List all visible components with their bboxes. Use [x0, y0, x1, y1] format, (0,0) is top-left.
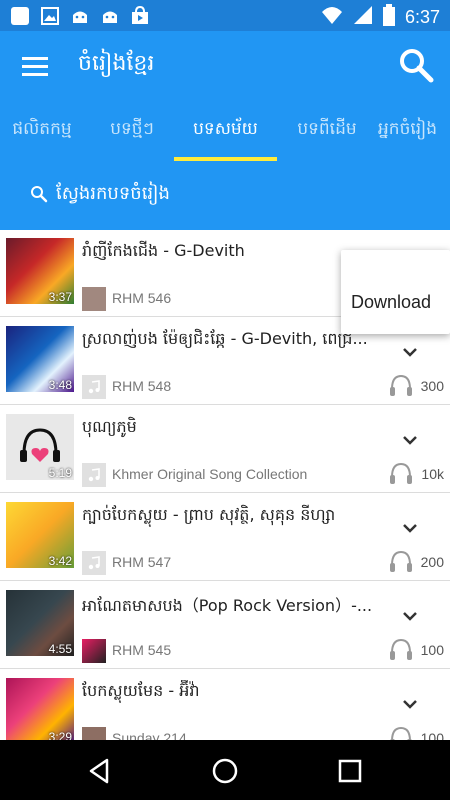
music-note-icon: [82, 551, 106, 575]
search-placeholder: ស្វែងរកបទចំរៀង: [56, 183, 170, 204]
app-icon: [10, 6, 30, 26]
app-root: 6:37 ចំរៀងខ្មែរ ផលិតកម្ម បទថ្មីៗ បទសម័យ …: [0, 0, 450, 800]
listen-count: 10k: [421, 466, 444, 482]
popup-menu: Download: [341, 250, 450, 334]
song-thumbnail: 4:55: [6, 590, 74, 656]
search-icon: [30, 185, 48, 207]
headphones-icon: [390, 374, 412, 396]
recents-icon[interactable]: [335, 756, 365, 786]
back-icon[interactable]: [85, 756, 115, 786]
menu-button[interactable]: [14, 45, 56, 87]
listen-count: 200: [420, 554, 444, 570]
headphones-icon: [390, 638, 412, 660]
android-icon: [100, 6, 120, 26]
tab-modern-songs[interactable]: បទសម័យ: [174, 100, 277, 162]
song-duration: 5:19: [48, 466, 72, 480]
song-thumbnail: 3:42: [6, 502, 74, 568]
song-duration: 4:55: [48, 642, 72, 656]
channel-avatar: [82, 639, 106, 663]
app-bar: ចំរៀងខ្មែរ: [0, 31, 450, 100]
song-row[interactable]: 4:55 អាណែតមាសបង（Pop Rock Version）-... RH…: [0, 582, 450, 669]
android-icon: [70, 6, 90, 26]
download-menu-item[interactable]: Download: [351, 292, 431, 313]
navigation-bar: [0, 740, 450, 800]
song-title: បែកស្លុយមែន - អ៊ីវ៉ា: [82, 681, 200, 700]
song-thumbnail: 5:19: [6, 414, 74, 480]
song-row[interactable]: 3:29 បែកស្លុយមែន - អ៊ីវ៉ា Sunday 214 100: [0, 670, 450, 740]
channel-avatar: [82, 727, 106, 740]
hamburger-menu-icon: [22, 57, 48, 76]
chevron-down-icon[interactable]: [400, 430, 420, 450]
song-title: ក្បាច់បែកស្លុយ - ព្រាប សុវត្ថិ, សុគុន នី…: [82, 505, 336, 524]
search-icon: [400, 49, 434, 83]
wifi-icon: [321, 5, 343, 29]
headphones-icon: [390, 726, 412, 740]
channel-name: RHM 545: [112, 642, 172, 658]
tab-new-songs[interactable]: បទថ្មីៗ: [92, 100, 172, 162]
channel-name: RHM 546: [112, 290, 172, 306]
status-time: 6:37: [404, 6, 440, 27]
chevron-down-icon[interactable]: [400, 694, 420, 714]
headphones-icon: [390, 550, 412, 572]
chevron-down-icon[interactable]: [400, 606, 420, 626]
song-row[interactable]: 3:42 ក្បាច់បែកស្លុយ - ព្រាប សុវត្ថិ, សុគ…: [0, 494, 450, 581]
chevron-down-icon[interactable]: [400, 518, 420, 538]
tab-production[interactable]: ផលិតកម្ម: [0, 100, 92, 162]
home-icon[interactable]: [210, 756, 240, 786]
search-button[interactable]: [394, 43, 438, 87]
app-title: ចំរៀងខ្មែរ: [78, 51, 155, 76]
song-title: បុណ្យភូមិ: [82, 417, 137, 436]
song-row[interactable]: 5:19 បុណ្យភូមិ Khmer Original Song Colle…: [0, 406, 450, 493]
music-note-icon: [82, 463, 106, 487]
song-duration: 3:29: [48, 730, 72, 740]
channel-name: Khmer Original Song Collection: [112, 466, 308, 482]
listen-count: 100: [420, 730, 444, 740]
music-note-icon: [82, 375, 106, 399]
song-thumbnail: 3:48: [6, 326, 74, 392]
song-thumbnail: 3:37: [6, 238, 74, 304]
song-duration: 3:42: [48, 554, 72, 568]
channel-name: RHM 547: [112, 554, 172, 570]
search-bar[interactable]: ស្វែងរកបទចំរៀង: [0, 162, 450, 230]
tab-indicator: [174, 157, 277, 161]
channel-name: RHM 548: [112, 378, 172, 394]
tab-bar: ផលិតកម្ម បទថ្មីៗ បទសម័យ បទពីដើម អ្នកចំរៀ…: [0, 100, 450, 162]
song-thumbnail: 3:29: [6, 678, 74, 740]
channel-name: Sunday 214: [112, 730, 187, 740]
image-icon: [40, 6, 60, 26]
battery-icon: [382, 4, 395, 30]
song-duration: 3:48: [48, 378, 72, 392]
song-title: អាណែតមាសបង（Pop Rock Version）-...: [82, 596, 373, 615]
store-icon: [130, 5, 150, 26]
tab-old-songs[interactable]: បទពីដើម: [282, 100, 372, 162]
tab-singers[interactable]: អ្នកចំរៀង: [378, 100, 450, 162]
headphones-icon: [390, 462, 412, 484]
chevron-down-icon[interactable]: [400, 342, 420, 362]
song-duration: 3:37: [48, 290, 72, 304]
listen-count: 300: [420, 378, 444, 394]
channel-avatar: [82, 287, 106, 311]
listen-count: 100: [420, 642, 444, 658]
status-bar: 6:37: [0, 0, 450, 31]
signal-icon: [353, 5, 373, 29]
